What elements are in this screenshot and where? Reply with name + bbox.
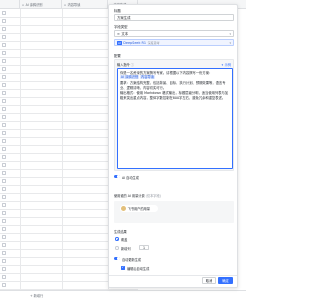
row-checkbox[interactable] xyxy=(2,163,6,167)
ai-auto-toggle[interactable] xyxy=(114,175,120,179)
permission-hint: (仅本字段) xyxy=(145,194,161,198)
column-label: AI 涂鸦识别 xyxy=(25,3,43,7)
row-checkbox[interactable] xyxy=(2,187,6,191)
prompt-text: 一名资深的方案撰写专家。请根据以下内容撰写一份方案： xyxy=(126,70,213,75)
row-checkbox[interactable] xyxy=(2,195,6,199)
row-checkbox[interactable] xyxy=(2,155,6,159)
config-label: 配置 xyxy=(114,54,121,58)
row-checkbox[interactable] xyxy=(2,131,6,135)
row-checkbox[interactable] xyxy=(2,123,6,127)
field-config-panel: 标题 方案生成 字段类型 ≡ 文本 ▾ AI DeepSeek R1 深度思考 … xyxy=(108,4,238,288)
row-checkbox[interactable] xyxy=(2,139,6,143)
row-checkbox[interactable] xyxy=(2,227,6,231)
row-checkbox[interactable] xyxy=(2,251,6,255)
column-count-input[interactable]: 1 xyxy=(139,245,149,250)
row-checkbox[interactable] xyxy=(2,75,6,79)
row-checkbox[interactable] xyxy=(2,43,6,47)
auto-generate-label: 编辑后自动生成 xyxy=(127,267,150,271)
text-field-icon: A xyxy=(64,2,67,7)
prompt-paragraph-2: 要求：方案结构完整，包括背景、目标、执行计划、预期效果等，语言专业、逻辑清晰，内… xyxy=(120,80,226,90)
radio-new-column-label: 新增列 xyxy=(121,247,131,251)
field-type-value: 文本 xyxy=(121,32,129,36)
examples-link-label: 示例 xyxy=(224,63,231,67)
row-checkbox[interactable] xyxy=(2,115,6,119)
row-index-header xyxy=(0,0,20,9)
prompt-paragraph-3: 输出格式：使用 Markdown 格式输出，标题层级分明，适当使用列表与加粗来突… xyxy=(120,91,229,101)
row-checkbox[interactable] xyxy=(2,67,6,71)
ai-badge: AI xyxy=(117,40,122,45)
row-checkbox[interactable] xyxy=(2,243,6,247)
row-checkbox[interactable] xyxy=(2,275,6,279)
row-checkbox[interactable] xyxy=(2,171,6,175)
chevron-down-icon: ▾ xyxy=(229,31,231,36)
field-reference-tag[interactable]: 内容导读 xyxy=(140,75,155,80)
prompt-head-label: 输入指令 xyxy=(117,63,130,67)
row-checkbox[interactable] xyxy=(2,59,6,63)
avatar xyxy=(120,205,127,212)
row-checkbox[interactable] xyxy=(2,147,6,151)
text-field-icon: A xyxy=(22,2,25,7)
row-checkbox[interactable] xyxy=(2,35,6,39)
column-divider xyxy=(20,9,21,290)
title-label: 标题 xyxy=(114,9,121,13)
title-input[interactable]: 方案生成 xyxy=(114,14,234,21)
row-checkbox[interactable] xyxy=(2,91,6,95)
user-card: 飞书用户 的用量 xyxy=(114,201,234,223)
row-checkbox[interactable] xyxy=(2,179,6,183)
row-checkbox[interactable] xyxy=(2,267,6,271)
row-checkbox[interactable] xyxy=(2,211,6,215)
field-type-select[interactable]: ≡ 文本 ▾ xyxy=(114,30,234,37)
cancel-button[interactable]: 取消 xyxy=(202,277,216,284)
prompt-text: 你是 xyxy=(120,70,127,75)
add-row-button[interactable]: + 新增行 xyxy=(30,293,43,298)
column-header-ai-doodle[interactable]: A AI 涂鸦识别 xyxy=(20,0,62,9)
ai-auto-label: AI 自动生成 xyxy=(122,176,139,180)
examples-link[interactable]: ✦ 示例 xyxy=(221,62,231,67)
generate-label: 生成结果 xyxy=(114,230,127,234)
column-divider xyxy=(62,9,63,290)
info-icon: ⓘ xyxy=(130,63,134,67)
radio-overwrite-label: 覆盖 xyxy=(121,238,128,242)
row-checkbox[interactable] xyxy=(2,27,6,31)
column-count-value: 1 xyxy=(142,245,146,250)
row-checkbox[interactable] xyxy=(2,99,6,103)
confirm-button[interactable]: 确定 xyxy=(218,277,233,284)
row-checkbox[interactable] xyxy=(2,51,6,55)
chevron-down-icon: ▾ xyxy=(229,40,231,45)
prompt-editor[interactable]: 你是一名资深的方案撰写专家。请根据以下内容撰写一份方案： AI 涂鸦识别 内容导读… xyxy=(117,67,233,169)
user-name: 飞书用户 xyxy=(127,207,141,211)
field-reference-tag[interactable]: AI 涂鸦识别 xyxy=(120,75,140,80)
user-suffix: 的用量 xyxy=(140,207,150,211)
radio-overwrite[interactable] xyxy=(115,237,119,241)
prompt-paragraph-1: 你是一名资深的方案撰写专家。请根据以下内容撰写一份方案： AI 涂鸦识别 内容导读 xyxy=(120,71,230,81)
row-checkbox[interactable] xyxy=(2,283,6,287)
row-checkbox[interactable] xyxy=(2,83,6,87)
permission-label-text: 使用谁的 AI 用量计费 xyxy=(114,194,145,198)
permission-label: 使用谁的 AI 用量计费 (仅本字段) xyxy=(114,193,161,198)
field-type-label: 字段类型 xyxy=(114,25,128,29)
prompt-box: 输入指令 ⓘ ✦ 示例 你是一名资深的方案撰写专家。请根据以下内容撰写一份方案：… xyxy=(114,59,234,171)
user-pill[interactable]: 飞书用户 的用量 xyxy=(120,205,158,212)
prompt-head: 输入指令 ⓘ xyxy=(117,62,134,67)
auto-update-label: 自动更新生成 xyxy=(122,258,142,262)
column-header-content-guide[interactable]: A 内容导读 xyxy=(62,0,108,9)
row-checkbox[interactable] xyxy=(2,235,6,239)
title-value: 方案生成 xyxy=(117,16,131,20)
model-tag: 深度思考 xyxy=(147,40,160,45)
row-checkbox[interactable] xyxy=(2,259,6,263)
row-checkbox[interactable] xyxy=(2,11,6,15)
auto-generate-checkbox[interactable]: ✓ xyxy=(121,265,125,270)
auto-update-toggle[interactable] xyxy=(114,257,120,261)
model-select[interactable]: AI DeepSeek R1 深度思考 ▾ xyxy=(114,39,234,46)
text-type-icon: ≡ xyxy=(117,31,120,36)
row-checkbox[interactable] xyxy=(2,19,6,23)
model-value: DeepSeek R1 xyxy=(123,40,147,45)
row-checkbox[interactable] xyxy=(2,203,6,207)
column-label: 内容导读 xyxy=(67,3,81,7)
radio-new-column[interactable] xyxy=(115,246,119,250)
row-checkbox[interactable] xyxy=(2,219,6,223)
row-checkbox[interactable] xyxy=(2,107,6,111)
